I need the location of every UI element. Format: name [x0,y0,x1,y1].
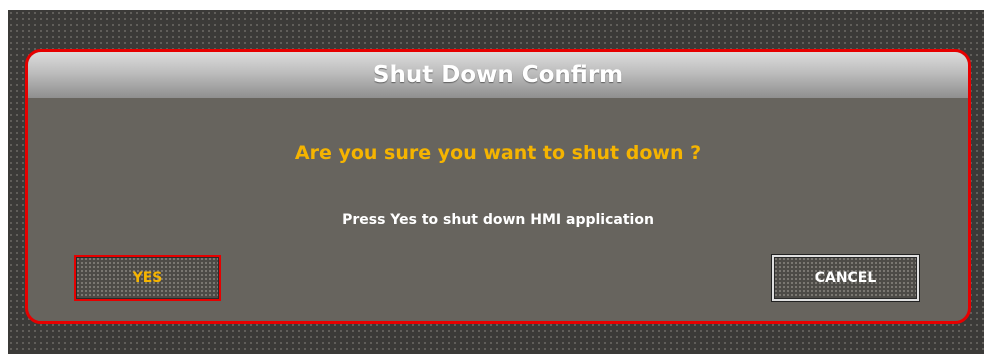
yes-button-label: YES [132,270,163,286]
confirm-info-text: Press Yes to shut down HMI application [342,212,654,228]
dialog-title: Shut Down Confirm [372,62,624,88]
cancel-button[interactable]: CANCEL [772,255,919,301]
shutdown-confirm-dialog: Shut Down Confirm Are you sure you want … [25,49,971,324]
confirm-question: Are you sure you want to shut down ? [294,142,702,164]
yes-button[interactable]: YES [74,255,221,301]
dialog-titlebar: Shut Down Confirm [28,52,968,98]
cancel-button-label: CANCEL [814,270,877,286]
